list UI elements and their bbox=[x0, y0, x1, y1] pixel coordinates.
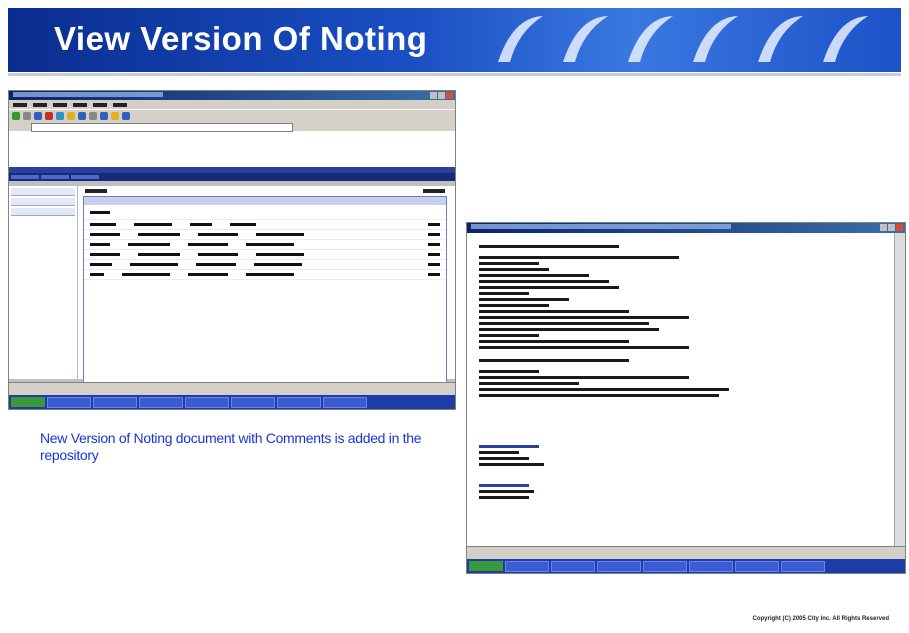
copyright-footer: Copyright (C) 2005 City Inc. All Rights … bbox=[752, 616, 889, 622]
window-titlebar bbox=[9, 91, 455, 100]
address-bar bbox=[9, 122, 455, 132]
decorative-swoosh-icon bbox=[693, 16, 738, 62]
start-button bbox=[469, 561, 503, 571]
app-content bbox=[9, 186, 455, 392]
title-banner: View Version Of Noting bbox=[8, 8, 901, 72]
decorative-swoosh-icon bbox=[563, 16, 608, 62]
app-main bbox=[79, 186, 451, 392]
browser-toolbar bbox=[9, 109, 455, 122]
slide-caption: New Version of Noting document with Comm… bbox=[40, 430, 422, 463]
document-screenshot bbox=[466, 222, 906, 574]
app-sidebar bbox=[9, 186, 78, 379]
document-window-titlebar bbox=[467, 223, 905, 233]
document-table bbox=[83, 196, 447, 392]
status-bar bbox=[9, 382, 455, 395]
vertical-scrollbar bbox=[894, 233, 905, 547]
decorative-swoosh-icon bbox=[628, 16, 673, 62]
start-button bbox=[11, 397, 45, 407]
slide-title: View Version Of Noting bbox=[54, 20, 428, 57]
title-rule bbox=[8, 73, 901, 76]
document-status-bar bbox=[467, 546, 905, 559]
noting-document bbox=[471, 235, 893, 547]
decorative-swoosh-icon bbox=[823, 16, 868, 62]
browser-screenshot bbox=[8, 90, 456, 410]
decorative-swoosh-icon bbox=[498, 16, 543, 62]
document-taskbar bbox=[467, 559, 905, 573]
menu-bar bbox=[9, 100, 455, 109]
decorative-swoosh-icon bbox=[758, 16, 803, 62]
app-nav-strip bbox=[9, 173, 455, 181]
windows-taskbar bbox=[9, 395, 455, 409]
